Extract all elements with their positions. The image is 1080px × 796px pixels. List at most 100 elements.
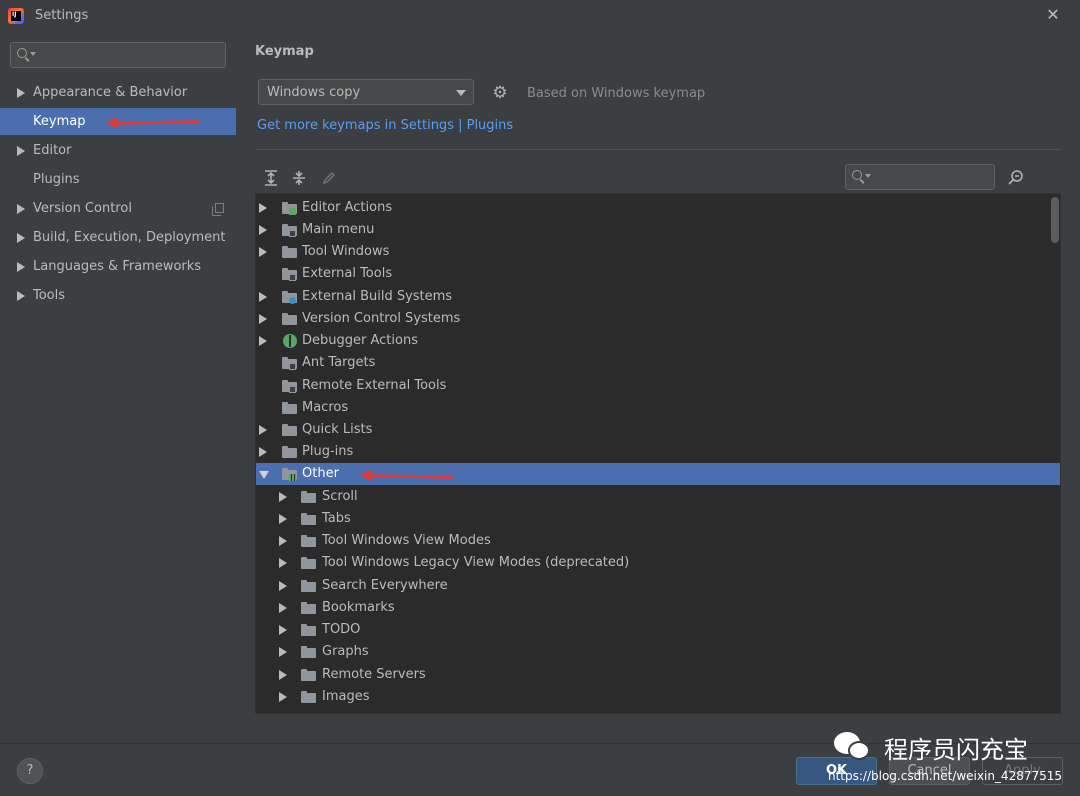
tree-item-version-control-systems[interactable]: Version Control Systems <box>256 308 1060 330</box>
tree-item-label: Remote External Tools <box>302 378 447 393</box>
ant-badge-icon <box>289 363 296 370</box>
folder-icon <box>282 402 297 414</box>
collapse-arrow-icon <box>259 471 269 479</box>
tree-child-search-everywhere[interactable]: Search Everywhere <box>256 575 1060 597</box>
expand-arrow-icon <box>279 603 287 613</box>
project-settings-icon <box>212 203 224 216</box>
expand-all-icon[interactable] <box>262 169 280 187</box>
tree-item-plug-ins[interactable]: Plug-ins <box>256 441 1060 463</box>
folder-icon <box>301 535 316 547</box>
settings-sidebar: Appearance & Behavior Keymap Editor Plug… <box>0 32 236 743</box>
tree-child-tool-windows-legacy-view-modes[interactable]: Tool Windows Legacy View Modes (deprecat… <box>256 552 1060 574</box>
sidebar-item-plugins[interactable]: Plugins <box>0 166 236 193</box>
sidebar-item-label: Build, Execution, Deployment <box>33 230 226 245</box>
tree-item-label: External Build Systems <box>302 289 453 304</box>
tree-item-label: Debugger Actions <box>302 333 418 348</box>
tree-item-label: External Tools <box>302 266 393 281</box>
folder-icon <box>301 646 316 658</box>
search-icon <box>17 48 27 58</box>
sidebar-item-label: Keymap <box>33 114 86 129</box>
intellij-app-icon: IJ <box>8 8 24 24</box>
folder-icon <box>301 669 316 681</box>
sidebar-item-languages-frameworks[interactable]: Languages & Frameworks <box>0 253 236 280</box>
sidebar-search-input[interactable] <box>10 42 226 68</box>
gear-icon[interactable]: ⚙ <box>491 84 509 102</box>
sidebar-item-label: Plugins <box>33 172 80 187</box>
expand-arrow-icon <box>259 336 267 346</box>
tree-item-main-menu[interactable]: Main menu <box>256 219 1060 241</box>
expand-arrow-icon <box>279 670 287 680</box>
tree-item-external-build-systems[interactable]: External Build Systems <box>256 286 1060 308</box>
folder-icon <box>301 691 316 703</box>
tree-item-label: Scroll <box>322 489 358 504</box>
expand-arrow-icon <box>279 492 287 502</box>
expand-arrow-icon <box>259 225 267 235</box>
tree-item-debugger-actions[interactable]: Debugger Actions <box>256 330 1060 352</box>
tree-item-label: Editor Actions <box>302 200 393 215</box>
sidebar-item-editor[interactable]: Editor <box>0 137 236 164</box>
action-search-input[interactable] <box>845 164 995 190</box>
keymap-select[interactable]: Windows copy <box>258 79 474 105</box>
tools-badge-icon <box>289 274 296 281</box>
folder-icon <box>301 513 316 525</box>
sidebar-item-label: Version Control <box>33 201 132 216</box>
sidebar-item-version-control[interactable]: Version Control <box>0 195 236 222</box>
collapse-all-icon[interactable] <box>290 169 308 187</box>
expand-arrow-icon <box>279 581 287 591</box>
folder-icon <box>301 580 316 592</box>
expand-arrow-icon <box>259 425 267 435</box>
expand-arrow-icon <box>279 514 287 524</box>
tree-item-label: Other <box>302 466 339 481</box>
tree-child-scroll[interactable]: Scroll <box>256 486 1060 508</box>
tree-item-label: Main menu <box>302 222 375 237</box>
tree-item-remote-external-tools[interactable]: Remote External Tools <box>256 375 1060 397</box>
folder-icon <box>282 313 297 325</box>
tree-item-label: Images <box>322 689 370 704</box>
tree-item-macros[interactable]: Macros <box>256 397 1060 419</box>
tree-child-remote-servers[interactable]: Remote Servers <box>256 664 1060 686</box>
expand-arrow-icon <box>279 625 287 635</box>
expand-arrow-icon <box>17 233 25 243</box>
edit-pencil-icon[interactable] <box>320 169 338 187</box>
help-button[interactable]: ? <box>17 758 43 784</box>
watermark: 程序员闪充宝 https://blog.csdn.net/weixin_4287… <box>828 728 1078 794</box>
sidebar-item-tools[interactable]: Tools <box>0 282 236 309</box>
tree-item-label: Bookmarks <box>322 600 395 615</box>
tree-item-editor-actions[interactable]: Editor Actions <box>256 197 1060 219</box>
tree-item-ant-targets[interactable]: Ant Targets <box>256 352 1060 374</box>
tree-item-label: Graphs <box>322 644 369 659</box>
keymap-actions-tree[interactable]: Editor Actions Main menu Tool Windows Ex… <box>255 193 1061 714</box>
expand-arrow-icon <box>279 692 287 702</box>
expand-arrow-icon <box>17 88 25 98</box>
expand-arrow-icon <box>259 203 267 213</box>
search-history-caret-icon <box>30 52 36 56</box>
tree-item-external-tools[interactable]: External Tools <box>256 263 1060 285</box>
expand-arrow-icon <box>259 292 267 302</box>
tree-child-bookmarks[interactable]: Bookmarks <box>256 597 1060 619</box>
tree-child-partial <box>256 708 1060 713</box>
expand-arrow-icon <box>17 262 25 272</box>
watermark-url: https://blog.csdn.net/weixin_42877515 <box>828 769 1063 783</box>
expand-arrow-icon <box>259 447 267 457</box>
tree-item-label: Ant Targets <box>302 355 376 370</box>
tree-child-tabs[interactable]: Tabs <box>256 508 1060 530</box>
get-more-keymaps-link[interactable]: Get more keymaps in Settings | Plugins <box>257 118 513 133</box>
expand-arrow-icon <box>279 558 287 568</box>
tree-item-tool-windows[interactable]: Tool Windows <box>256 241 1060 263</box>
tree-child-tool-windows-view-modes[interactable]: Tool Windows View Modes <box>256 530 1060 552</box>
remote-badge-icon <box>289 386 296 393</box>
tree-child-todo[interactable]: TODO <box>256 619 1060 641</box>
expand-arrow-icon <box>279 536 287 546</box>
editor-badge-icon <box>289 208 296 215</box>
tree-child-graphs[interactable]: Graphs <box>256 641 1060 663</box>
build-gear-badge-icon <box>289 297 296 304</box>
expand-arrow-icon <box>17 146 25 156</box>
tree-child-images[interactable]: Images <box>256 686 1060 708</box>
title-bar: IJ Settings ✕ <box>0 0 1080 32</box>
find-by-shortcut-icon[interactable] <box>1006 168 1026 188</box>
close-icon[interactable]: ✕ <box>1043 4 1063 26</box>
tree-item-label: Plug-ins <box>302 444 354 459</box>
tree-item-quick-lists[interactable]: Quick Lists <box>256 419 1060 441</box>
sidebar-item-build-execution-deployment[interactable]: Build, Execution, Deployment <box>0 224 236 251</box>
sidebar-item-appearance-behavior[interactable]: Appearance & Behavior <box>0 79 236 106</box>
